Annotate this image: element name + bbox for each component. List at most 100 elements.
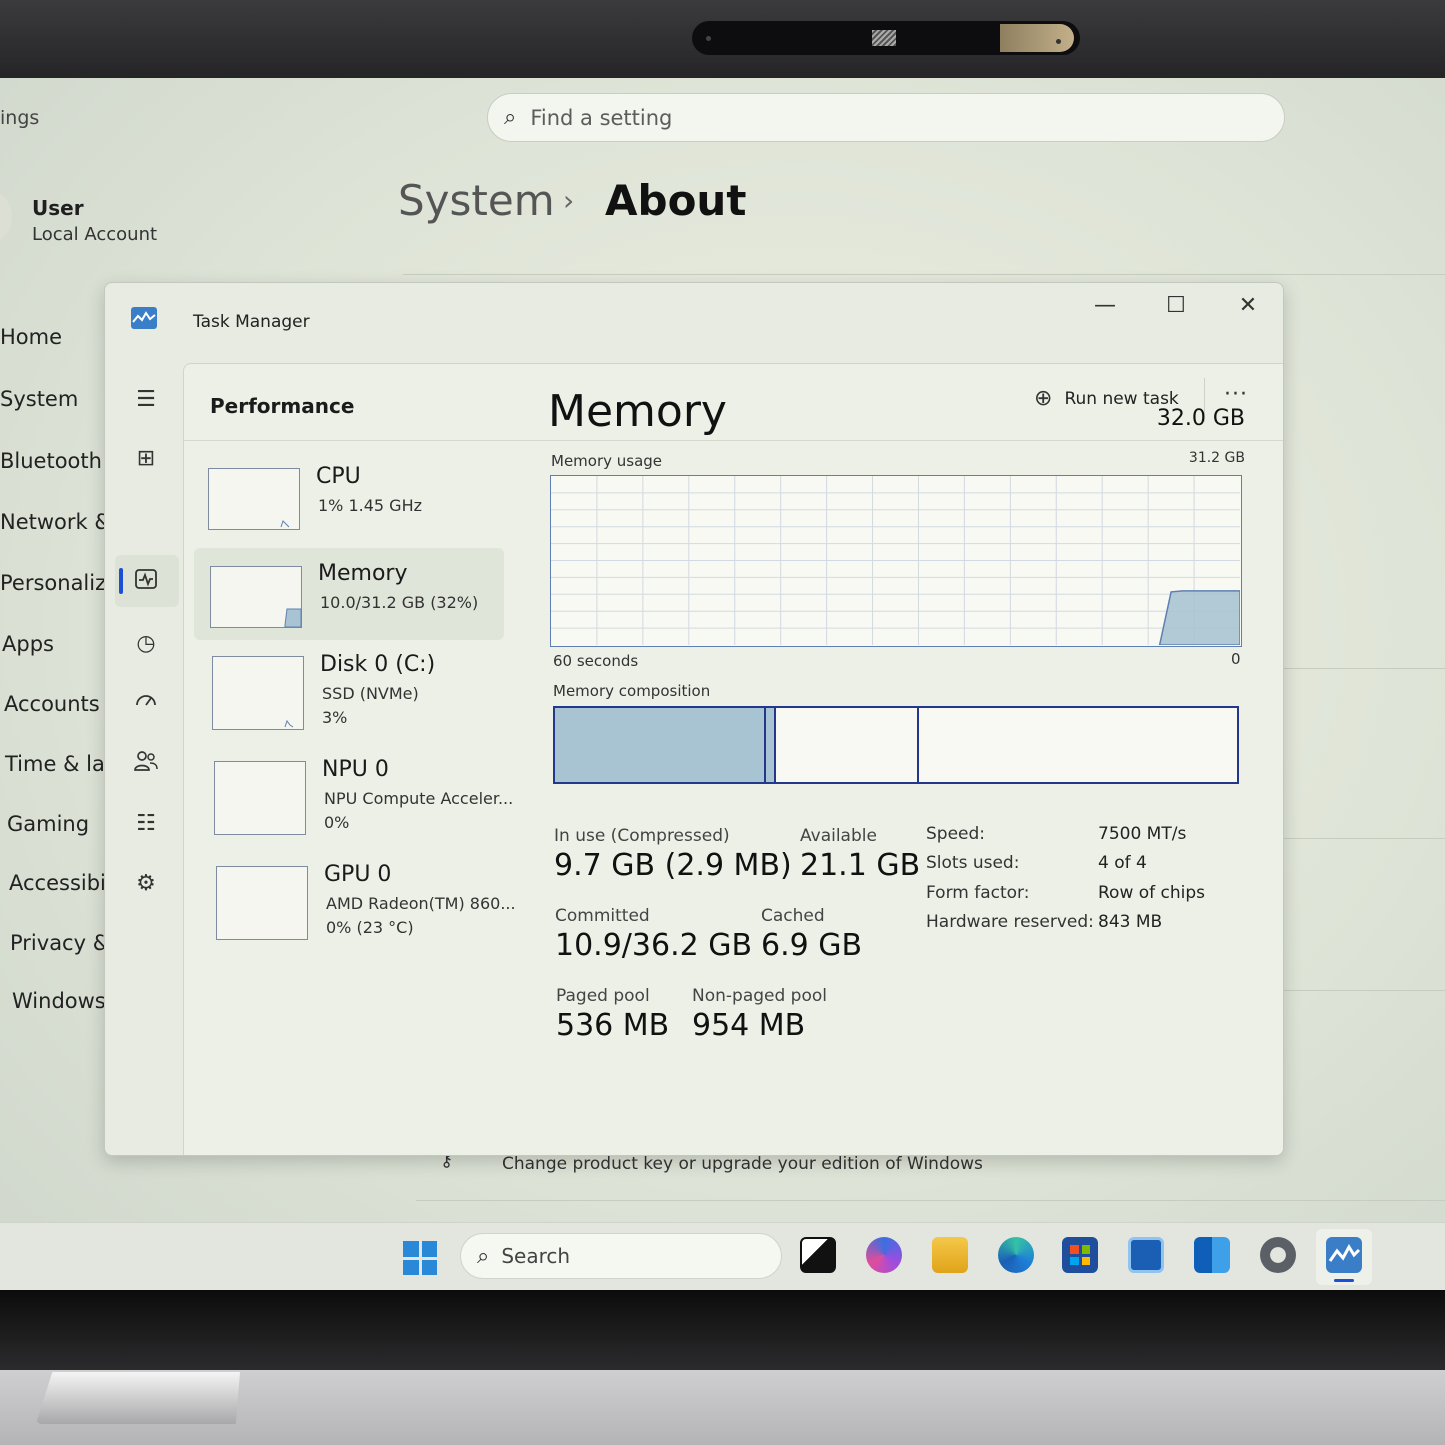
memory-total: 32.0 GB — [1156, 406, 1245, 431]
speed-label: Speed: — [926, 824, 986, 844]
search-icon: ⌕ — [477, 1243, 490, 1269]
device-usage: 0% — [324, 813, 350, 832]
users-icon[interactable] — [131, 749, 161, 779]
user-name: User — [32, 196, 84, 220]
memory-composition-bar — [553, 706, 1239, 784]
device-item-cpu[interactable]: CPU 1% 1.45 GHz — [194, 458, 504, 550]
divider — [1284, 990, 1445, 991]
page-title: About — [605, 176, 747, 225]
task-manager-icon[interactable] — [1326, 1237, 1362, 1273]
hardware-reserved-label: Hardware reserved: — [926, 912, 1094, 932]
device-detail: AMD Radeon(TM) 860... — [326, 894, 516, 913]
memory-usage-chart — [551, 476, 1240, 645]
run-new-task-icon: ⊕ — [1034, 386, 1053, 411]
in-use-value: 9.7 GB (2.9 MB) — [554, 848, 792, 883]
section-title: Performance — [210, 394, 355, 418]
memory-usage-area — [1158, 590, 1240, 645]
form-factor-value: Row of chips — [1098, 883, 1206, 903]
device-name: Memory — [318, 561, 408, 586]
in-use-label: In use (Compressed) — [554, 826, 730, 846]
device-name: Disk 0 (C:) — [320, 652, 436, 677]
device-detail: 1% 1.45 GHz — [318, 496, 423, 515]
dev-app-icon[interactable] — [1128, 1237, 1164, 1273]
taskbar-search-placeholder: Search — [501, 1244, 571, 1268]
slots-used-label: Slots used: — [926, 853, 1020, 873]
privacy-shutter — [1000, 24, 1074, 52]
services-icon[interactable]: ⚙ — [131, 869, 161, 899]
device-usage: 3% — [322, 708, 348, 727]
close-button[interactable]: ✕ — [1219, 291, 1277, 321]
nav-item-accounts[interactable]: Accounts — [4, 692, 100, 716]
taskbar: ⌕ Search — [0, 1222, 1445, 1290]
details-list-icon[interactable]: ☷ — [131, 809, 161, 839]
file-explorer-icon[interactable] — [932, 1237, 968, 1273]
nav-item-network[interactable]: Network & — [0, 510, 111, 534]
performance-icon[interactable] — [131, 567, 161, 597]
running-indicator — [1334, 1279, 1354, 1282]
device-usage: 0% (23 °C) — [326, 918, 414, 937]
committed-label: Committed — [555, 906, 650, 926]
cpu-thumbnail-graph — [208, 468, 300, 530]
taskbar-search[interactable]: ⌕ Search — [460, 1233, 782, 1279]
laptop-hinge — [36, 1372, 240, 1424]
laptop-bezel-top — [0, 0, 1445, 78]
screen: ings ⌕ Find a setting User Local Account… — [0, 78, 1445, 1290]
device-detail: NPU Compute Acceler... — [324, 789, 514, 808]
start-button[interactable] — [403, 1241, 437, 1275]
slots-used-value: 4 of 4 — [1098, 853, 1147, 873]
hamburger-menu-icon[interactable]: ☰ — [131, 385, 161, 415]
non-paged-pool-label: Non-paged pool — [692, 986, 827, 1006]
settings-search-box[interactable]: ⌕ Find a setting — [487, 93, 1285, 142]
rail-selection-indicator — [119, 568, 123, 594]
divider — [1284, 838, 1445, 839]
memory-thumbnail-graph — [210, 566, 302, 628]
available-value: 21.1 GB — [800, 848, 921, 883]
processes-icon[interactable]: ⊞ — [131, 444, 161, 474]
task-view-icon[interactable] — [800, 1237, 836, 1273]
nav-item-home[interactable]: Home — [0, 325, 62, 349]
hardware-reserved-value: 843 MB — [1098, 912, 1163, 932]
task-manager-window: Task Manager — ☐ ✕ ☰ ⊞ ◷ ☷ ⚙ ⚙ Performan… — [104, 282, 1284, 1156]
device-item-gpu[interactable]: GPU 0 AMD Radeon(TM) 860... 0% (23 °C) — [194, 856, 516, 948]
outlook-icon[interactable] — [1194, 1237, 1230, 1273]
change-product-key-link[interactable]: Change product key or upgrade your editi… — [502, 1154, 983, 1174]
nav-item-system[interactable]: System — [0, 387, 78, 411]
form-factor-label: Form factor: — [926, 883, 1030, 903]
time-span-label: 60 seconds — [553, 652, 639, 670]
breadcrumb-system[interactable]: System — [398, 176, 555, 225]
device-item-disk[interactable]: Disk 0 (C:) SSD (NVMe) 3% — [194, 646, 504, 738]
device-detail: 10.0/31.2 GB (32%) — [320, 593, 479, 612]
composition-in-use — [555, 708, 767, 782]
device-item-memory[interactable]: Memory 10.0/31.2 GB (32%) — [194, 548, 504, 640]
startup-apps-icon[interactable] — [131, 689, 161, 719]
edge-icon[interactable] — [998, 1237, 1034, 1273]
minimize-button[interactable]: — — [1076, 291, 1134, 321]
composition-standby — [776, 708, 920, 782]
disk-thumbnail-graph — [212, 656, 304, 730]
paged-pool-label: Paged pool — [556, 986, 650, 1006]
breadcrumb-separator: › — [563, 184, 575, 217]
memory-usage-label: Memory usage — [551, 452, 663, 470]
device-item-npu[interactable]: NPU 0 NPU Compute Acceler... 0% — [194, 751, 513, 843]
nav-item-gaming[interactable]: Gaming — [7, 812, 89, 836]
device-name: NPU 0 — [322, 757, 389, 782]
app-history-icon[interactable]: ◷ — [131, 629, 161, 659]
laptop-bezel-bottom — [0, 1290, 1445, 1370]
maximize-button[interactable]: ☐ — [1147, 291, 1205, 321]
memory-usage-graph — [550, 475, 1242, 647]
device-name: CPU — [316, 464, 361, 489]
navigation-rail: ☰ ⊞ ◷ ☷ ⚙ ⚙ — [105, 339, 183, 1155]
more-options-button[interactable]: ··· — [1224, 382, 1248, 407]
time-zero-label: 0 — [1231, 650, 1241, 668]
device-detail: SSD (NVMe) — [322, 684, 419, 703]
search-icon: ⌕ — [504, 105, 517, 130]
settings-icon[interactable] — [1260, 1237, 1296, 1273]
non-paged-pool-value: 954 MB — [692, 1008, 806, 1043]
window-title: Task Manager — [193, 312, 310, 332]
settings-search-placeholder: Find a setting — [530, 105, 673, 130]
cached-label: Cached — [761, 906, 825, 926]
microsoft-store-icon[interactable] — [1062, 1237, 1098, 1273]
avatar[interactable] — [0, 188, 12, 246]
copilot-icon[interactable] — [866, 1237, 902, 1273]
nav-item-apps[interactable]: Apps — [2, 632, 54, 656]
